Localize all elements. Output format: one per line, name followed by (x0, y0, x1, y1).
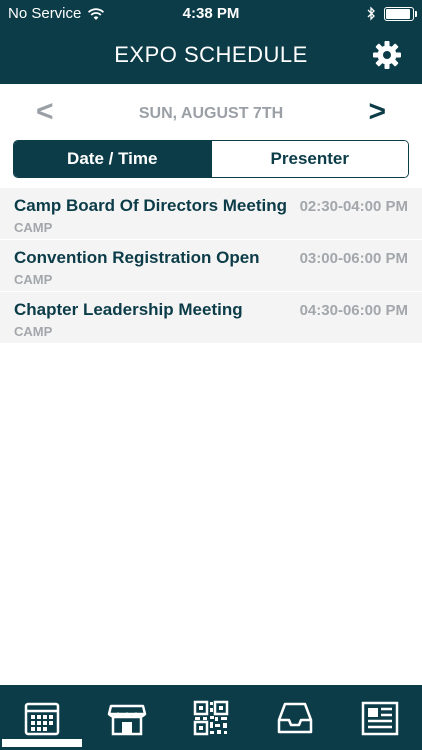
gear-icon[interactable] (372, 40, 402, 70)
segment-presenter[interactable]: Presenter (210, 141, 408, 177)
status-bar: No Service 4:38 PM (0, 0, 422, 28)
tab-exhibitors[interactable] (84, 685, 168, 750)
event-title: Convention Registration Open (14, 248, 260, 267)
event-time: 03:00-06:00 PM (299, 250, 408, 267)
inbox-tray-icon (278, 702, 313, 733)
status-right (367, 6, 417, 21)
wifi-icon (88, 7, 105, 20)
event-category: CAMP (14, 220, 53, 235)
tab-scan[interactable] (169, 685, 253, 750)
sort-segmented-control: Date / Time Presenter (13, 140, 409, 178)
tab-schedule[interactable] (0, 685, 84, 750)
event-category: CAMP (14, 324, 53, 339)
carrier-label: No Service (8, 5, 82, 22)
event-time: 02:30-04:00 PM (299, 198, 408, 215)
calendar-icon (24, 702, 60, 735)
previous-day-button[interactable]: < (36, 95, 54, 129)
tab-inbox[interactable] (253, 685, 337, 750)
bluetooth-icon (367, 6, 375, 21)
qr-code-icon (193, 700, 229, 735)
newspaper-icon (361, 701, 399, 735)
event-list: Camp Board Of Directors Meeting CAMP 02:… (0, 188, 422, 344)
tab-news[interactable] (338, 685, 422, 750)
app-header: No Service 4:38 PM EXPO SCHEDULE (0, 0, 422, 84)
event-title: Chapter Leadership Meeting (14, 300, 243, 319)
event-row[interactable]: Chapter Leadership Meeting CAMP 04:30-06… (0, 292, 422, 344)
page-title: EXPO SCHEDULE (114, 42, 308, 67)
event-title: Camp Board Of Directors Meeting (14, 196, 287, 215)
event-category: CAMP (14, 272, 53, 287)
next-day-button[interactable]: > (368, 95, 386, 129)
status-left: No Service (8, 5, 105, 22)
bottom-tab-bar (0, 685, 422, 750)
event-time: 04:30-06:00 PM (299, 302, 408, 319)
event-row[interactable]: Camp Board Of Directors Meeting CAMP 02:… (0, 188, 422, 240)
storefront-icon (107, 704, 146, 735)
segment-date-time[interactable]: Date / Time (14, 141, 211, 177)
battery-icon (384, 6, 417, 21)
event-row[interactable]: Convention Registration Open CAMP 03:00-… (0, 240, 422, 292)
current-date-label: SUN, AUGUST 7TH (138, 105, 284, 122)
date-navigator: < SUN, AUGUST 7TH > (0, 95, 422, 135)
battery-level (386, 8, 410, 19)
active-tab-indicator (2, 739, 83, 747)
